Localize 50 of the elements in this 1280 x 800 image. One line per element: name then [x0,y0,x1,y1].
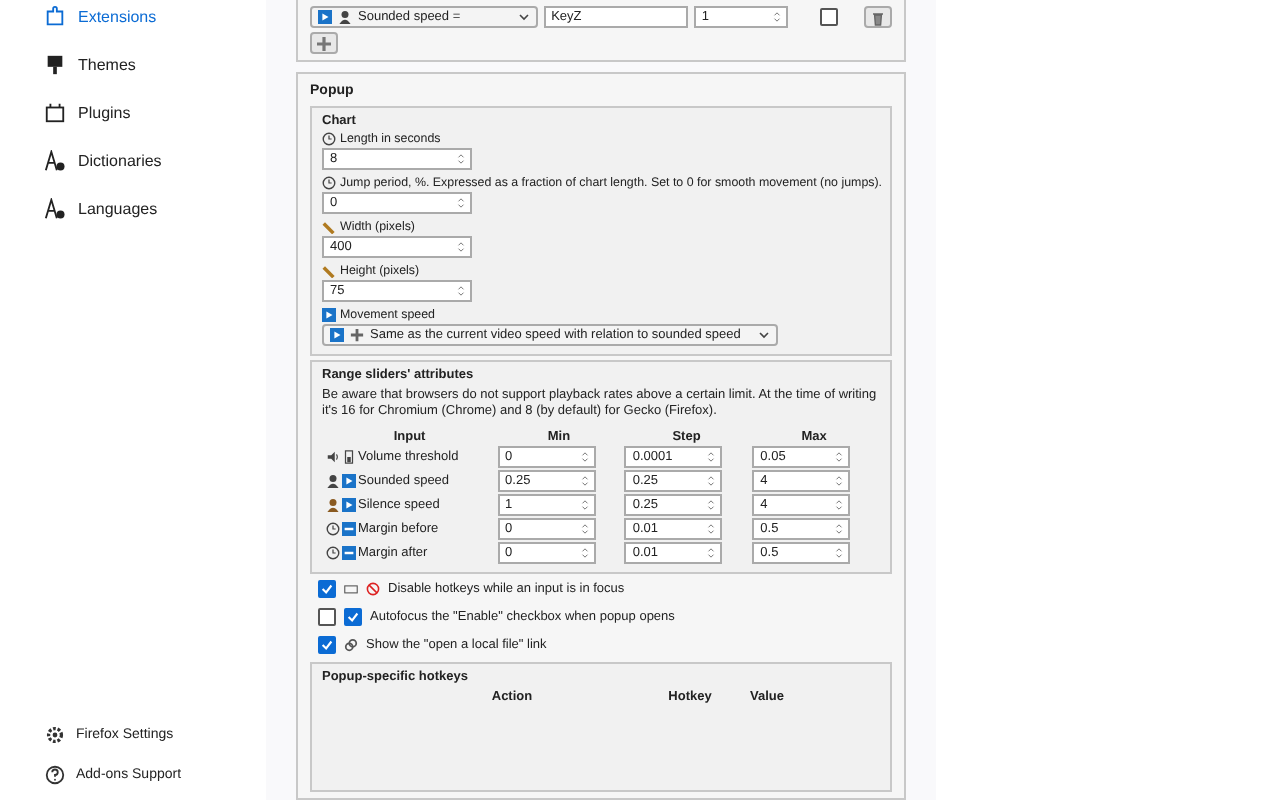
prohibited-icon [366,582,380,597]
caret-icon [758,330,770,340]
spinner-icon[interactable] [834,471,845,490]
caret-icon [517,12,530,22]
spinner-icon[interactable] [706,471,717,490]
checkbox[interactable] [819,8,838,26]
spinner-icon[interactable] [579,447,590,466]
trash-icon [870,9,887,25]
sidebar-item[interactable]: Plugins [0,98,266,128]
spinner-icon[interactable] [834,495,845,514]
add-button[interactable] [310,32,338,54]
checkbox-icon [344,608,362,627]
link-icon [344,638,358,653]
spinner-icon[interactable] [456,194,466,212]
spinner-icon[interactable] [706,495,717,514]
person-icon [326,497,340,512]
spinner-icon[interactable] [456,282,466,300]
sidebar-item[interactable]: Extensions [0,2,266,32]
spinner-icon[interactable] [706,543,717,562]
person-icon [338,10,352,24]
clock-icon [322,132,336,146]
spinner-icon[interactable] [772,8,783,26]
spinner-icon[interactable] [579,471,590,490]
spinner-icon[interactable] [834,519,845,538]
spinner-icon[interactable] [706,519,717,538]
clock-icon [322,176,336,190]
spinner-icon[interactable] [579,519,590,538]
sidebar-item[interactable]: Languages [0,194,266,224]
checkbox[interactable] [318,636,336,655]
spinner-icon[interactable] [456,238,466,256]
spinner-icon[interactable] [579,543,590,562]
spinner-icon[interactable] [834,447,845,466]
delete-button[interactable] [864,6,892,28]
sidebar-item[interactable]: Themes [0,50,266,80]
spinner-icon[interactable] [834,543,845,562]
plugin-icon [44,102,66,124]
settings-icon [44,724,66,746]
spinner-icon[interactable] [456,150,466,168]
spinner-icon[interactable] [706,447,717,466]
clock-icon [326,545,340,560]
checkbox[interactable] [318,580,336,599]
puzzle-icon [44,6,66,28]
spinner-icon[interactable] [579,495,590,514]
speaker-icon [326,449,340,464]
plus-icon [316,35,332,51]
checkbox[interactable] [318,608,336,627]
clock-icon [326,521,340,536]
help-icon [44,764,66,786]
sidebar-item[interactable]: Dictionaries [0,146,266,176]
person-icon [326,473,340,488]
